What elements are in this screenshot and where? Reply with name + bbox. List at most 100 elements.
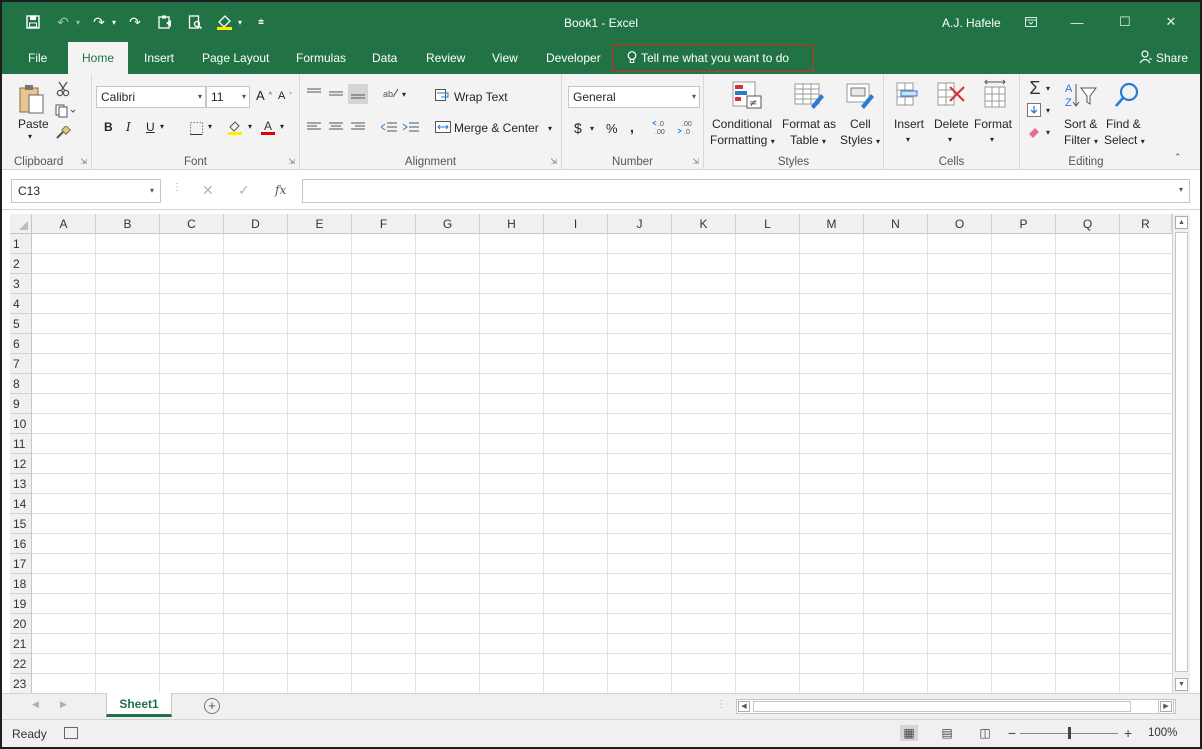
column-header[interactable]: P <box>992 214 1056 234</box>
copy-icon[interactable] <box>54 102 78 120</box>
wrap-text-label[interactable]: Wrap Text <box>454 90 508 104</box>
sheet-tab-sheet1[interactable]: Sheet1 <box>106 693 172 717</box>
clear-icon[interactable] <box>1026 124 1042 140</box>
row-header[interactable]: 7 <box>10 354 32 374</box>
column-header[interactable]: H <box>480 214 544 234</box>
merge-center-dropdown-icon[interactable]: ▾ <box>548 124 552 133</box>
borders-icon[interactable] <box>188 120 204 136</box>
expand-formula-bar-icon[interactable]: ▾ <box>1179 185 1183 194</box>
macro-recording-icon[interactable] <box>64 727 78 739</box>
format-as-table-label-2[interactable]: Table ▾ <box>790 133 826 147</box>
cell-styles-label-2[interactable]: Styles ▾ <box>840 133 880 147</box>
decrease-indent-icon[interactable] <box>380 120 398 134</box>
merge-center-icon[interactable] <box>434 120 452 134</box>
tab-page-layout[interactable]: Page Layout <box>190 42 281 74</box>
underline-icon[interactable]: U <box>146 120 155 134</box>
cut-icon[interactable] <box>54 80 72 98</box>
column-header[interactable]: R <box>1120 214 1172 234</box>
find-select-icon[interactable] <box>1112 80 1142 110</box>
font-color-icon[interactable]: A <box>260 118 276 136</box>
sort-filter-label-1[interactable]: Sort & <box>1064 117 1097 131</box>
insert-dropdown-icon[interactable]: ▾ <box>906 135 910 144</box>
conditional-formatting-icon[interactable]: ≠ <box>730 80 764 110</box>
vertical-scroll-thumb[interactable] <box>1175 232 1188 672</box>
insert-cells-label[interactable]: Insert <box>894 117 924 131</box>
scroll-right-button[interactable]: ▶ <box>1158 699 1174 714</box>
column-header[interactable]: E <box>288 214 352 234</box>
column-header[interactable]: O <box>928 214 992 234</box>
fill-dropdown-icon[interactable]: ▾ <box>1046 106 1050 115</box>
row-header[interactable]: 20 <box>10 614 32 634</box>
format-as-table-icon[interactable] <box>792 80 826 110</box>
align-left-icon[interactable] <box>306 120 322 134</box>
name-box[interactable]: C13 ▾ <box>11 179 161 203</box>
collapse-ribbon-icon[interactable]: ⌃ <box>1174 152 1182 163</box>
row-header[interactable]: 21 <box>10 634 32 654</box>
orientation-icon[interactable]: ab <box>382 86 400 100</box>
row-header[interactable]: 17 <box>10 554 32 574</box>
align-center-icon[interactable] <box>328 120 344 134</box>
comma-style-icon[interactable]: , <box>630 119 634 135</box>
row-header[interactable]: 12 <box>10 454 32 474</box>
underline-dropdown-icon[interactable]: ▾ <box>160 122 164 131</box>
next-sheet-icon[interactable]: ▶ <box>60 699 67 710</box>
row-header[interactable]: 18 <box>10 574 32 594</box>
page-break-view-icon[interactable]: ◫ <box>976 725 994 741</box>
scroll-left-icon[interactable]: ◀ <box>738 701 750 712</box>
delete-cells-icon[interactable] <box>936 80 966 110</box>
clipboard-launcher-icon[interactable]: ⇲ <box>80 157 87 166</box>
find-select-label-2[interactable]: Select ▾ <box>1104 133 1145 147</box>
row-header[interactable]: 8 <box>10 374 32 394</box>
formula-input[interactable]: ▾ <box>302 179 1190 203</box>
column-header[interactable]: N <box>864 214 928 234</box>
decrease-decimal-icon[interactable]: .00.0 <box>676 118 696 136</box>
row-header[interactable]: 16 <box>10 534 32 554</box>
align-right-icon[interactable] <box>350 120 366 134</box>
tab-review[interactable]: Review <box>414 42 477 74</box>
cell-area[interactable] <box>32 234 1172 693</box>
format-cells-icon[interactable] <box>980 78 1010 110</box>
tab-file[interactable]: File <box>16 42 59 74</box>
column-header[interactable]: L <box>736 214 800 234</box>
paste-icon[interactable] <box>16 82 46 116</box>
merge-center-label[interactable]: Merge & Center <box>454 121 539 135</box>
row-header[interactable]: 10 <box>10 414 32 434</box>
increase-indent-icon[interactable] <box>402 120 420 134</box>
row-header[interactable]: 5 <box>10 314 32 334</box>
scroll-up-icon[interactable]: ▲ <box>1175 216 1188 229</box>
column-header[interactable]: G <box>416 214 480 234</box>
tab-view[interactable]: View <box>480 42 530 74</box>
increase-decimal-icon[interactable]: .0.00 <box>652 118 672 136</box>
close-icon[interactable]: ✕ <box>1156 10 1186 34</box>
paste-dropdown-icon[interactable]: ▾ <box>28 132 32 141</box>
currency-icon[interactable]: $ <box>574 120 582 136</box>
font-launcher-icon[interactable]: ⇲ <box>288 157 295 166</box>
column-header[interactable]: J <box>608 214 672 234</box>
fill-color-icon[interactable] <box>226 118 244 136</box>
wrap-text-icon[interactable] <box>434 88 452 102</box>
row-header[interactable]: 2 <box>10 254 32 274</box>
insert-cells-icon[interactable] <box>894 80 920 110</box>
row-header[interactable]: 6 <box>10 334 32 354</box>
row-header[interactable]: 13 <box>10 474 32 494</box>
conditional-formatting-label-2[interactable]: Formatting ▾ <box>710 133 775 147</box>
autosum-dropdown-icon[interactable]: ▾ <box>1046 84 1050 93</box>
row-header[interactable]: 4 <box>10 294 32 314</box>
column-header[interactable]: K <box>672 214 736 234</box>
enter-icon[interactable]: ✓ <box>238 182 250 199</box>
prev-sheet-icon[interactable]: ◀ <box>32 699 39 710</box>
column-header[interactable]: I <box>544 214 608 234</box>
paste-label[interactable]: Paste <box>18 117 49 131</box>
zoom-in-icon[interactable]: + <box>1124 725 1132 741</box>
autosum-icon[interactable]: Σ <box>1026 78 1044 98</box>
row-header[interactable]: 1 <box>10 234 32 254</box>
share-button[interactable]: Share <box>1139 42 1188 74</box>
sort-filter-icon[interactable]: AZ <box>1064 80 1098 110</box>
find-select-label-1[interactable]: Find & <box>1106 117 1141 131</box>
tab-developer[interactable]: Developer <box>534 42 613 74</box>
tell-me-search[interactable]: Tell me what you want to do <box>612 44 814 72</box>
currency-dropdown-icon[interactable]: ▾ <box>590 124 594 133</box>
ribbon-display-icon[interactable] <box>1016 10 1046 34</box>
formula-bar-splitter[interactable]: ⋮ <box>172 182 182 193</box>
font-name-dropdown[interactable]: Calibri ▾ <box>96 86 206 108</box>
